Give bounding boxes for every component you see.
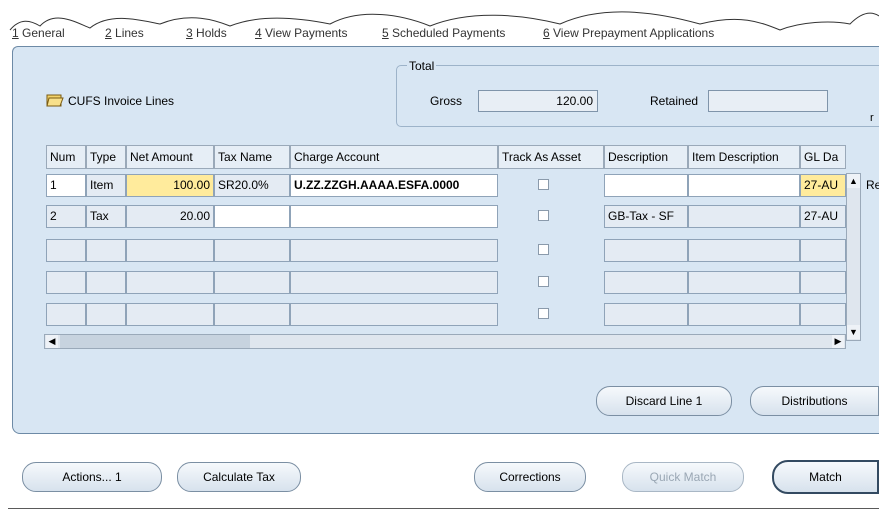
discard-line-button[interactable]: Discard Line 1 xyxy=(596,386,732,416)
cell-num[interactable]: 1 xyxy=(46,174,86,197)
tab-scheduled-payments[interactable]: 5 Scheduled Payments xyxy=(382,26,505,46)
cell-net-amount[interactable]: 100.00 xyxy=(126,174,214,197)
cell-gl-date[interactable]: 27-AU xyxy=(800,174,846,197)
cell-net-amount[interactable] xyxy=(126,303,214,326)
cell-charge-account[interactable] xyxy=(290,271,498,294)
header-type: Type xyxy=(86,145,126,169)
cell-tax-name[interactable]: SR20.0% xyxy=(214,174,290,197)
cell-tax-name[interactable] xyxy=(214,271,290,294)
match-button[interactable]: Match xyxy=(772,460,879,494)
gross-field[interactable]: 120.00 xyxy=(478,90,598,112)
track-as-asset-checkbox[interactable] xyxy=(538,276,549,287)
cell-description[interactable] xyxy=(604,271,688,294)
cell-num[interactable]: 2 xyxy=(46,205,86,228)
right-edge-fragment-re: Re xyxy=(866,178,879,192)
header-num: Num xyxy=(46,145,86,169)
calculate-tax-button[interactable]: Calculate Tax xyxy=(177,462,301,492)
retained-label: Retained xyxy=(650,94,699,108)
cell-item-description[interactable] xyxy=(688,303,800,326)
tab-holds[interactable]: 3 Holds xyxy=(186,26,227,46)
cell-description[interactable] xyxy=(604,303,688,326)
cell-type[interactable] xyxy=(86,303,126,326)
vertical-scrollbar[interactable] xyxy=(846,173,861,341)
tab-view-payments[interactable]: 4 View Payments xyxy=(255,26,348,46)
cell-item-description[interactable] xyxy=(688,205,800,228)
scroll-left-icon[interactable]: ◀ xyxy=(46,335,58,348)
header-item-description: Item Description xyxy=(688,145,800,169)
cell-charge-account[interactable] xyxy=(290,239,498,262)
folder-open-icon[interactable] xyxy=(46,92,64,108)
tab-view-prepayment-applications[interactable]: 6 View Prepayment Applications xyxy=(543,26,714,46)
cell-gl-date[interactable] xyxy=(800,303,846,326)
cell-type[interactable]: Item xyxy=(86,174,126,197)
header-description: Description xyxy=(604,145,688,169)
horizontal-scroll-thumb[interactable] xyxy=(60,335,250,348)
cell-net-amount[interactable] xyxy=(126,239,214,262)
cell-item-description[interactable] xyxy=(688,174,800,197)
cell-gl-date[interactable] xyxy=(800,271,846,294)
cell-tax-name[interactable] xyxy=(214,205,290,228)
total-legend: Total xyxy=(407,59,437,73)
cell-num[interactable] xyxy=(46,303,86,326)
header-tax-name: Tax Name xyxy=(214,145,290,169)
header-charge-account: Charge Account xyxy=(290,145,498,169)
cell-net-amount[interactable] xyxy=(126,271,214,294)
cell-gl-date[interactable]: 27-AU xyxy=(800,205,846,228)
cell-type[interactable]: Tax xyxy=(86,205,126,228)
section-title: CUFS Invoice Lines xyxy=(68,94,175,108)
scroll-down-icon[interactable]: ▼ xyxy=(847,325,860,339)
cell-item-description[interactable] xyxy=(688,239,800,262)
cell-tax-name[interactable] xyxy=(214,239,290,262)
cell-gl-date[interactable] xyxy=(800,239,846,262)
retained-field[interactable] xyxy=(708,90,828,112)
cell-num[interactable] xyxy=(46,239,86,262)
track-as-asset-checkbox[interactable] xyxy=(538,179,549,190)
scroll-up-icon[interactable]: ▲ xyxy=(847,174,860,188)
track-as-asset-checkbox[interactable] xyxy=(538,210,549,221)
cell-description[interactable]: GB-Tax - SF xyxy=(604,205,688,228)
tab-general[interactable]: 1 General xyxy=(12,26,65,46)
header-net-amount: Net Amount xyxy=(126,145,214,169)
header-track-as-asset: Track As Asset xyxy=(498,145,604,169)
actions-button[interactable]: Actions... 1 xyxy=(22,462,162,492)
corrections-button[interactable]: Corrections xyxy=(474,462,586,492)
cell-charge-account[interactable] xyxy=(290,303,498,326)
quick-match-button[interactable]: Quick Match xyxy=(622,462,744,492)
cell-num[interactable] xyxy=(46,271,86,294)
cell-item-description[interactable] xyxy=(688,271,800,294)
cell-description[interactable] xyxy=(604,174,688,197)
cell-net-amount[interactable]: 20.00 xyxy=(126,205,214,228)
bottom-divider xyxy=(8,508,879,509)
header-gl-date: GL Da xyxy=(800,145,846,169)
cell-type[interactable] xyxy=(86,239,126,262)
track-as-asset-checkbox[interactable] xyxy=(538,244,549,255)
cell-type[interactable] xyxy=(86,271,126,294)
gross-label: Gross xyxy=(430,94,463,108)
cell-charge-account[interactable] xyxy=(290,205,498,228)
tab-strip: 1 General 2 Lines 3 Holds 4 View Payment… xyxy=(0,0,879,50)
cell-description[interactable] xyxy=(604,239,688,262)
right-edge-fragment: r xyxy=(870,112,874,124)
distributions-button[interactable]: Distributions xyxy=(750,386,879,416)
scroll-right-icon[interactable]: ▶ xyxy=(832,335,844,348)
tab-lines[interactable]: 2 Lines xyxy=(105,26,144,46)
cell-charge-account[interactable]: U.ZZ.ZZGH.AAAA.ESFA.0000 xyxy=(290,174,498,197)
track-as-asset-checkbox[interactable] xyxy=(538,308,549,319)
cell-tax-name[interactable] xyxy=(214,303,290,326)
